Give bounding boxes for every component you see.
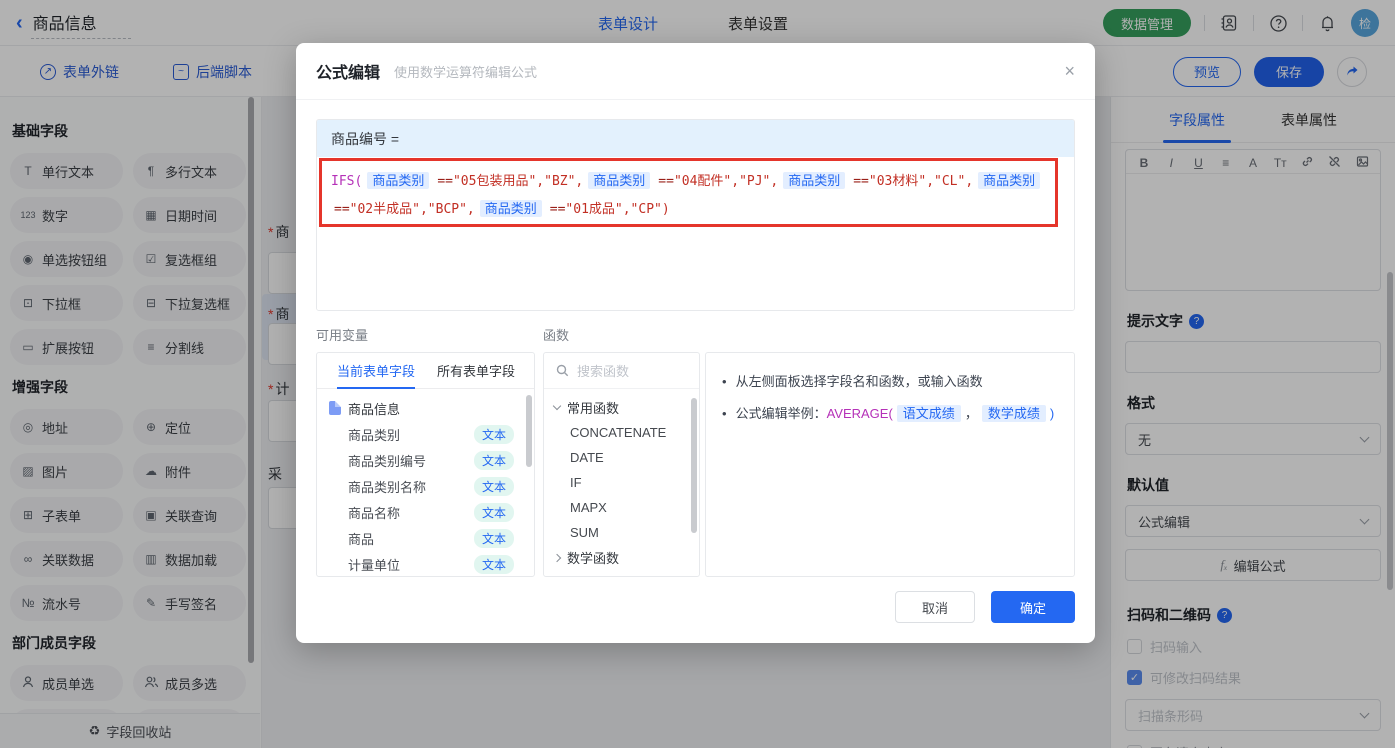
variable-name: 商品类别编号 xyxy=(348,451,426,470)
formula-str-token: "05包装用品","BZ", xyxy=(453,174,583,189)
example-field-token: 数学成绩 xyxy=(982,405,1046,422)
variable-row[interactable]: 商品 文本 xyxy=(317,525,534,551)
app-window: ‹ 商品信息 表单设计 表单设置 数据管理 xyxy=(0,0,1395,748)
variable-row[interactable]: 商品类别名称 文本 xyxy=(317,473,534,499)
formula-func-token: IFS( xyxy=(331,174,362,189)
variable-type-badge: 文本 xyxy=(474,503,514,522)
example-function-name: AVERAGE( xyxy=(827,406,893,421)
functions-section-label: 函数 xyxy=(543,325,705,344)
variable-name: 商品类别名称 xyxy=(348,477,426,496)
formula-field-token[interactable]: 商品类别 xyxy=(783,172,845,189)
search-icon xyxy=(556,364,569,377)
formula-op-token: == xyxy=(334,202,350,217)
variable-row[interactable]: 商品类别 文本 xyxy=(317,421,534,447)
formula-op-token: == xyxy=(550,202,566,217)
tree-chevron-icon xyxy=(553,402,561,410)
close-icon[interactable]: × xyxy=(1064,62,1075,80)
form-file-icon xyxy=(329,401,341,415)
tab-current-form-fields[interactable]: 当前表单字段 xyxy=(337,352,415,389)
function-item[interactable]: IF xyxy=(544,470,699,495)
variable-row[interactable]: 计量单位 文本 xyxy=(317,551,534,577)
function-item[interactable]: DATE xyxy=(544,445,699,470)
function-group-name: 常用函数 xyxy=(567,398,619,417)
variables-form-root[interactable]: 商品信息 xyxy=(317,395,534,421)
variable-name: 计量单位 xyxy=(348,555,400,574)
formula-str-token: "03材料","CL", xyxy=(869,174,973,189)
variable-name: 商品名称 xyxy=(348,503,400,522)
formula-input-area[interactable]: IFS(商品类别=="05包装用品","BZ",商品类别=="04配件","PJ… xyxy=(317,157,1074,311)
help-tip-1: 从左侧面板选择字段名和函数，或输入函数 xyxy=(736,373,983,391)
modal-subtitle: 使用数学运算符编辑公式 xyxy=(394,62,537,81)
example-close-paren: ) xyxy=(1050,406,1054,421)
function-group-name: 数学函数 xyxy=(567,548,619,567)
formula-op-token: == xyxy=(658,174,674,189)
formula-str-token: "04配件","PJ", xyxy=(674,174,778,189)
formula-op-token: == xyxy=(437,174,453,189)
variables-panel: 当前表单字段 所有表单字段 商品信息 商品类别文本商品类别编号文本商品类别名称文… xyxy=(316,352,535,577)
formula-edit-modal: 公式编辑 使用数学运算符编辑公式 × 商品编号 = IFS(商品类别=="05包… xyxy=(296,43,1095,643)
functions-panel: 搜索函数 常用函数 CONCATENATEDATEIFMAPXSUM 数学函数文本函… xyxy=(543,352,700,577)
variable-type-badge: 文本 xyxy=(474,477,514,496)
variable-name: 商品 xyxy=(348,529,374,548)
bullet-icon: • xyxy=(722,405,727,423)
variable-type-badge: 文本 xyxy=(474,529,514,548)
function-item[interactable]: CONCATENATE xyxy=(544,420,699,445)
formula-str-token: "02半成品","BCP", xyxy=(350,202,475,217)
variable-row[interactable]: 商品名称 文本 xyxy=(317,499,534,525)
formula-op-token: == xyxy=(853,174,869,189)
formula-editor: 商品编号 = IFS(商品类别=="05包装用品","BZ",商品类别=="04… xyxy=(316,119,1075,311)
modal-title: 公式编辑 xyxy=(316,59,380,83)
confirm-button[interactable]: 确定 xyxy=(991,591,1075,623)
variable-type-badge: 文本 xyxy=(474,451,514,470)
function-group-collapsed[interactable]: 文本函数 xyxy=(544,570,699,577)
function-group-collapsed[interactable]: 数学函数 xyxy=(544,545,699,570)
variable-type-badge: 文本 xyxy=(474,555,514,574)
variable-type-badge: 文本 xyxy=(474,425,514,444)
example-field-token: 语文成绩 xyxy=(897,405,961,422)
function-group-expanded[interactable]: 常用函数 xyxy=(544,395,699,420)
formula-target-field: 商品编号 = xyxy=(317,120,1074,157)
function-item[interactable]: MAPX xyxy=(544,495,699,520)
variables-scrollbar[interactable] xyxy=(526,395,532,467)
formula-field-token[interactable]: 商品类别 xyxy=(480,200,542,217)
function-group-name: 文本函数 xyxy=(567,573,619,577)
tab-all-form-fields[interactable]: 所有表单字段 xyxy=(437,352,515,389)
function-search-input[interactable]: 搜索函数 xyxy=(544,353,699,389)
formula-field-token[interactable]: 商品类别 xyxy=(588,172,650,189)
formula-str-token: "01成品","CP") xyxy=(565,202,669,217)
formula-help-panel: • 从左侧面板选择字段名和函数，或输入函数 • 公式编辑举例：AVERAGE(语… xyxy=(705,352,1075,577)
formula-field-token[interactable]: 商品类别 xyxy=(978,172,1040,189)
function-item[interactable]: SUM xyxy=(544,520,699,545)
functions-scrollbar[interactable] xyxy=(691,398,697,533)
variable-row[interactable]: 商品类别编号 文本 xyxy=(317,447,534,473)
tree-chevron-icon xyxy=(553,553,561,561)
cancel-button[interactable]: 取消 xyxy=(895,591,975,623)
bullet-icon: • xyxy=(722,373,727,391)
variable-name: 商品类别 xyxy=(348,425,400,444)
formula-annotation-box: IFS(商品类别=="05包装用品","BZ",商品类别=="04配件","PJ… xyxy=(319,158,1058,227)
formula-field-token[interactable]: 商品类别 xyxy=(367,172,429,189)
variables-section-label: 可用变量 xyxy=(316,325,543,344)
help-tip-2: 公式编辑举例：AVERAGE(语文成绩，数学成绩) xyxy=(736,405,1055,423)
